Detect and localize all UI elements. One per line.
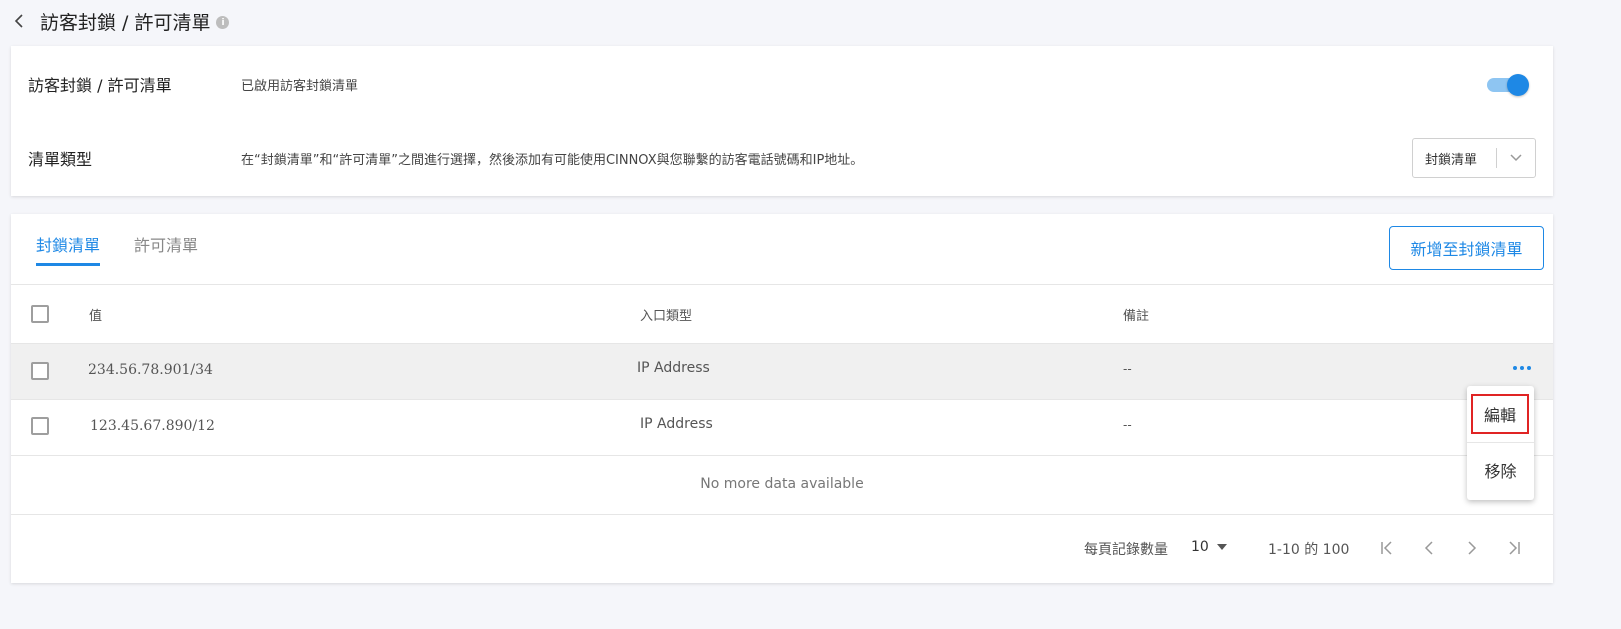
rows-per-page-value: 10 bbox=[1191, 539, 1209, 555]
list-type-row: 清單類型 在“封鎖清單”和“許可清單”之間進行選擇，然後添加有可能使用CINNO… bbox=[11, 138, 1553, 178]
page-header: 訪客封鎖 / 許可清單 i bbox=[12, 6, 230, 36]
toggle-knob bbox=[1507, 74, 1529, 96]
row-note: -- bbox=[1123, 418, 1132, 432]
row-entry-type: IP Address bbox=[640, 416, 713, 432]
row-note: -- bbox=[1123, 362, 1132, 376]
menu-divider bbox=[1467, 442, 1534, 443]
tab-block-list[interactable]: 封鎖清單 bbox=[36, 232, 101, 266]
list-type-label: 清單類型 bbox=[28, 150, 93, 169]
row-context-menu: 編輯 移除 bbox=[1467, 386, 1534, 500]
pagination: 每頁記錄數量 10 1-10 的 100 bbox=[11, 539, 1553, 559]
list-type-select-value: 封鎖清單 bbox=[1425, 152, 1478, 168]
row-value: 123.45.67.890/12 bbox=[90, 418, 215, 434]
list-enabled-toggle[interactable] bbox=[1487, 74, 1529, 96]
rows-per-page-select[interactable]: 10 bbox=[1191, 539, 1227, 555]
remove-menu-item[interactable]: 移除 bbox=[1467, 458, 1534, 482]
table-row[interactable]: 123.45.67.890/12 IP Address -- bbox=[11, 400, 1553, 455]
rows-per-page-label: 每頁記錄數量 bbox=[1084, 542, 1168, 558]
column-header-note[interactable]: 備註 bbox=[1123, 305, 1149, 324]
info-icon[interactable]: i bbox=[216, 16, 230, 29]
row-entry-type: IP Address bbox=[637, 360, 710, 376]
list-type-description: 在“封鎖清單”和“許可清單”之間進行選擇，然後添加有可能使用CINNOX與您聯繫… bbox=[241, 152, 864, 168]
tab-allow-list[interactable]: 許可清單 bbox=[134, 232, 198, 266]
divider bbox=[11, 514, 1553, 515]
edit-menu-item[interactable]: 編輯 bbox=[1471, 394, 1529, 434]
list-enabled-status: 已啟用訪客封鎖清單 bbox=[241, 78, 359, 94]
first-page-icon[interactable] bbox=[1378, 539, 1396, 557]
previous-page-icon[interactable] bbox=[1420, 539, 1438, 557]
column-header-entry-type[interactable]: 入口類型 bbox=[640, 305, 692, 324]
next-page-icon[interactable] bbox=[1463, 539, 1481, 557]
list-card: 封鎖清單 許可清單 新增至封鎖清單 值 入口類型 備註 234.56.78.90… bbox=[11, 214, 1553, 583]
list-type-select[interactable]: 封鎖清單 bbox=[1412, 138, 1536, 178]
add-to-block-list-button[interactable]: 新增至封鎖清單 bbox=[1389, 226, 1544, 270]
select-all-checkbox[interactable] bbox=[31, 305, 49, 323]
table-row[interactable]: 234.56.78.901/34 IP Address -- bbox=[11, 344, 1553, 399]
row-value: 234.56.78.901/34 bbox=[88, 362, 213, 378]
page-title: 訪客封鎖 / 許可清單 bbox=[40, 11, 211, 34]
last-page-icon[interactable] bbox=[1505, 539, 1523, 557]
column-header-value[interactable]: 值 bbox=[89, 305, 102, 324]
empty-message: No more data available bbox=[700, 476, 864, 492]
tab-bar: 封鎖清單 許可清單 bbox=[36, 232, 198, 266]
more-options-icon[interactable] bbox=[1513, 366, 1531, 370]
back-arrow-icon[interactable] bbox=[12, 14, 26, 28]
caret-down-icon bbox=[1216, 544, 1227, 550]
page-range: 1-10 的 100 bbox=[1268, 542, 1350, 558]
divider bbox=[11, 455, 1553, 456]
row-checkbox[interactable] bbox=[31, 362, 49, 380]
list-enabled-row: 訪客封鎖 / 許可清單 已啟用訪客封鎖清單 bbox=[11, 64, 1553, 104]
divider bbox=[11, 284, 1553, 285]
list-enabled-label: 訪客封鎖 / 許可清單 bbox=[28, 76, 172, 95]
row-checkbox[interactable] bbox=[31, 417, 49, 435]
chevron-down-icon bbox=[1497, 154, 1535, 162]
settings-card: 訪客封鎖 / 許可清單 已啟用訪客封鎖清單 清單類型 在“封鎖清單”和“許可清單… bbox=[11, 46, 1553, 196]
